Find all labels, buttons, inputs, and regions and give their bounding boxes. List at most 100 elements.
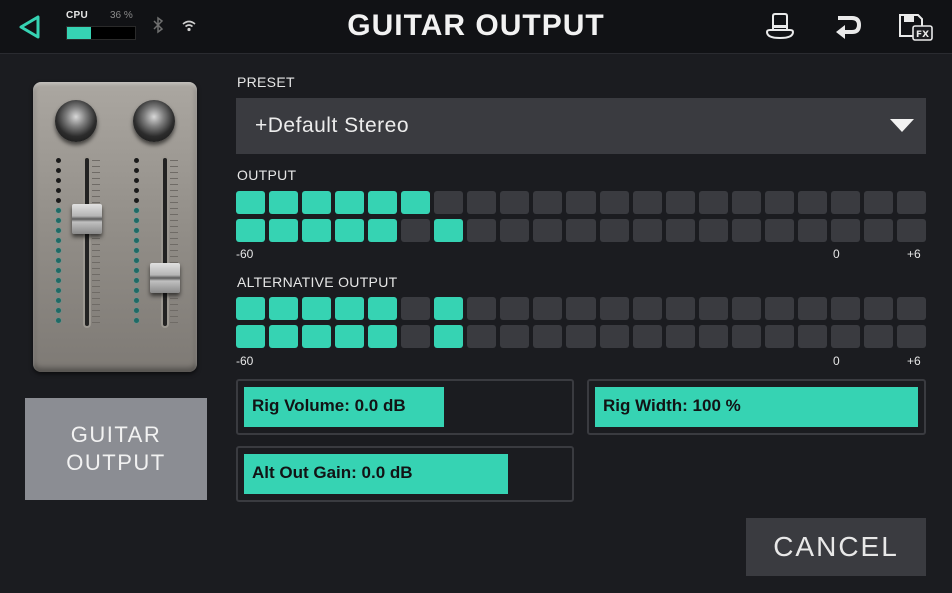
led-dot	[134, 198, 139, 203]
meter-segment	[797, 325, 827, 348]
led-dot	[134, 228, 139, 233]
meter-segment	[599, 325, 629, 348]
guitar-output-button[interactable]: GUITAR OUTPUT	[25, 398, 207, 500]
output-level-meter	[236, 191, 926, 247]
meter-segment	[764, 325, 794, 348]
right-knob	[133, 100, 175, 142]
meter-segment	[335, 297, 365, 320]
meter-segment	[665, 325, 695, 348]
meter-segment	[368, 297, 398, 320]
meter-segment	[731, 325, 761, 348]
meter-segment	[764, 191, 794, 214]
right-fader	[150, 263, 180, 293]
led-dot	[134, 158, 139, 163]
rig-volume-slider[interactable]: Rig Volume: 0.0 dB	[236, 379, 574, 435]
meter-segment	[302, 219, 332, 242]
meter-segment	[698, 325, 728, 348]
meter-segment	[500, 191, 530, 214]
guitar-output-button-line2: OUTPUT	[66, 450, 166, 475]
output-scale-max: +6	[907, 247, 921, 261]
alternative-output-level-meter	[236, 297, 926, 353]
meter-segment	[467, 325, 497, 348]
led-dot	[56, 268, 61, 273]
led-dot	[134, 238, 139, 243]
led-dot	[56, 258, 61, 263]
meter-segment	[764, 297, 794, 320]
meter-segment	[566, 297, 596, 320]
led-dot	[56, 228, 61, 233]
meter-segment	[632, 325, 662, 348]
meter-segment	[269, 219, 299, 242]
meter-segment	[665, 297, 695, 320]
preset-value: +Default Stereo	[255, 114, 410, 137]
led-dot	[56, 158, 61, 163]
meter-segment	[599, 191, 629, 214]
rig-width-label: Rig Width: 100 %	[603, 396, 741, 415]
meter-segment	[896, 219, 926, 242]
meter-segment	[434, 191, 464, 214]
meter-segment	[236, 325, 266, 348]
meter-segment	[368, 219, 398, 242]
led-dot	[134, 288, 139, 293]
meter-segment	[335, 219, 365, 242]
output-label: OUTPUT	[237, 167, 297, 183]
meter-segment	[665, 219, 695, 242]
led-dot	[134, 258, 139, 263]
top-hat-icon[interactable]	[764, 12, 796, 42]
output-device-image	[33, 82, 197, 372]
led-dot	[56, 188, 61, 193]
meter-segment	[533, 219, 563, 242]
meter-segment	[566, 325, 596, 348]
meter-segment	[368, 325, 398, 348]
led-dot	[56, 278, 61, 283]
alt-out-gain-slider[interactable]: Alt Out Gain: 0.0 dB	[236, 446, 574, 502]
meter-segment	[236, 219, 266, 242]
meter-segment	[467, 297, 497, 320]
meter-segment	[698, 191, 728, 214]
meter-segment	[830, 219, 860, 242]
led-dot	[134, 178, 139, 183]
meter-segment	[830, 325, 860, 348]
led-dot	[56, 308, 61, 313]
meter-segment	[533, 325, 563, 348]
alt-out-gain-label: Alt Out Gain: 0.0 dB	[252, 463, 413, 482]
meter-segment	[467, 191, 497, 214]
meter-segment	[500, 219, 530, 242]
left-knob	[55, 100, 97, 142]
led-dot	[134, 248, 139, 253]
output-meter-row-right	[236, 219, 926, 242]
left-led-column	[56, 158, 62, 328]
cancel-button[interactable]: CANCEL	[746, 518, 926, 576]
meter-segment	[335, 325, 365, 348]
rig-volume-label: Rig Volume: 0.0 dB	[252, 396, 406, 415]
output-meter-row-left	[236, 191, 926, 214]
meter-segment	[236, 191, 266, 214]
page-title: GUITAR OUTPUT	[347, 9, 605, 42]
led-dot	[56, 288, 61, 293]
meter-segment	[863, 297, 893, 320]
preset-dropdown[interactable]: +Default Stereo	[236, 98, 926, 154]
undo-icon[interactable]	[832, 12, 864, 42]
right-fader-rail	[163, 158, 167, 326]
meter-segment	[467, 219, 497, 242]
save-fx-icon[interactable]: FX	[898, 12, 933, 42]
meter-segment	[401, 325, 431, 348]
meter-segment	[434, 297, 464, 320]
rig-width-slider[interactable]: Rig Width: 100 %	[587, 379, 926, 435]
meter-segment	[632, 297, 662, 320]
meter-segment	[797, 297, 827, 320]
alt-output-scale-max: +6	[907, 354, 921, 368]
guitar-output-button-line1: GUITAR	[70, 422, 162, 447]
meter-segment	[599, 219, 629, 242]
led-dot	[56, 208, 61, 213]
led-dot	[134, 278, 139, 283]
meter-segment	[269, 191, 299, 214]
meter-segment	[533, 297, 563, 320]
alt-output-meter-row-left	[236, 297, 926, 320]
meter-segment	[533, 191, 563, 214]
meter-segment	[731, 219, 761, 242]
meter-segment	[401, 191, 431, 214]
right-led-column	[134, 158, 140, 328]
led-dot	[56, 218, 61, 223]
meter-segment	[500, 325, 530, 348]
